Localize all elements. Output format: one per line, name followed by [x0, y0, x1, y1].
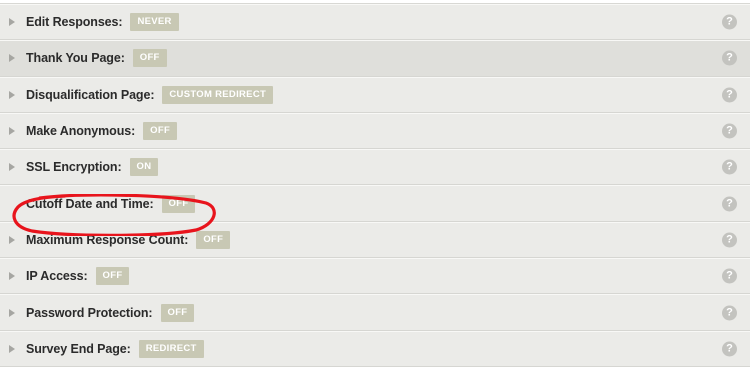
expand-arrow-icon[interactable] [9, 163, 15, 172]
setting-label: Maximum Response Count: [26, 232, 189, 247]
help-icon[interactable]: ? [722, 14, 737, 30]
status-badge: ON [129, 158, 159, 177]
expand-arrow-icon[interactable] [9, 90, 15, 99]
status-badge: NEVER [130, 13, 179, 32]
setting-label: Disqualification Page: [26, 87, 155, 102]
setting-label: Survey End Page: [26, 341, 131, 356]
setting-row-thank-you-page[interactable]: Thank You Page: OFF ? [0, 40, 750, 77]
setting-row-disqualification-page[interactable]: Disqualification Page: CUSTOM REDIRECT ? [0, 76, 750, 113]
setting-label: SSL Encryption: [26, 160, 122, 175]
status-badge: REDIRECT [138, 339, 204, 358]
help-icon[interactable]: ? [722, 87, 737, 103]
help-icon[interactable]: ? [722, 268, 737, 284]
expand-arrow-icon[interactable] [9, 272, 15, 281]
setting-row-ip-access[interactable]: IP Access: OFF ? [0, 258, 750, 295]
expand-arrow-icon[interactable] [9, 127, 15, 136]
setting-label: Cutoff Date and Time: [26, 196, 154, 211]
settings-panel: Edit Responses: NEVER ? Thank You Page: … [0, 3, 750, 367]
setting-label: Password Protection: [26, 305, 153, 320]
help-icon[interactable]: ? [722, 123, 737, 139]
setting-row-ssl-encryption[interactable]: SSL Encryption: ON ? [0, 149, 750, 186]
status-badge: OFF [160, 303, 195, 322]
setting-row-cutoff-date-and-time[interactable]: Cutoff Date and Time: OFF ? [0, 185, 750, 222]
expand-arrow-icon[interactable] [9, 308, 15, 317]
status-badge: OFF [196, 230, 231, 249]
expand-arrow-icon[interactable] [9, 18, 15, 27]
help-icon[interactable]: ? [722, 50, 737, 66]
help-icon[interactable]: ? [722, 196, 737, 212]
help-icon[interactable]: ? [722, 305, 737, 321]
status-badge: OFF [95, 267, 130, 286]
setting-row-password-protection[interactable]: Password Protection: OFF ? [0, 294, 750, 331]
setting-label: Thank You Page: [26, 51, 125, 66]
setting-row-make-anonymous[interactable]: Make Anonymous: OFF ? [0, 112, 750, 150]
setting-row-survey-end-page[interactable]: Survey End Page: REDIRECT ? [0, 330, 750, 367]
help-icon[interactable]: ? [722, 341, 737, 357]
expand-arrow-icon[interactable] [9, 54, 15, 63]
help-icon[interactable]: ? [722, 159, 737, 175]
setting-label: IP Access: [26, 269, 88, 284]
expand-arrow-icon[interactable] [9, 344, 15, 353]
help-icon[interactable]: ? [722, 232, 737, 248]
setting-row-maximum-response-count[interactable]: Maximum Response Count: OFF ? [0, 221, 750, 259]
status-badge: OFF [143, 122, 178, 141]
status-badge: CUSTOM REDIRECT [162, 85, 274, 104]
setting-label: Edit Responses: [26, 15, 123, 30]
setting-label: Make Anonymous: [26, 124, 136, 139]
expand-arrow-icon[interactable] [9, 235, 15, 244]
setting-row-edit-responses[interactable]: Edit Responses: NEVER ? [0, 4, 750, 41]
status-badge: OFF [132, 49, 167, 68]
status-badge: OFF [161, 194, 196, 213]
